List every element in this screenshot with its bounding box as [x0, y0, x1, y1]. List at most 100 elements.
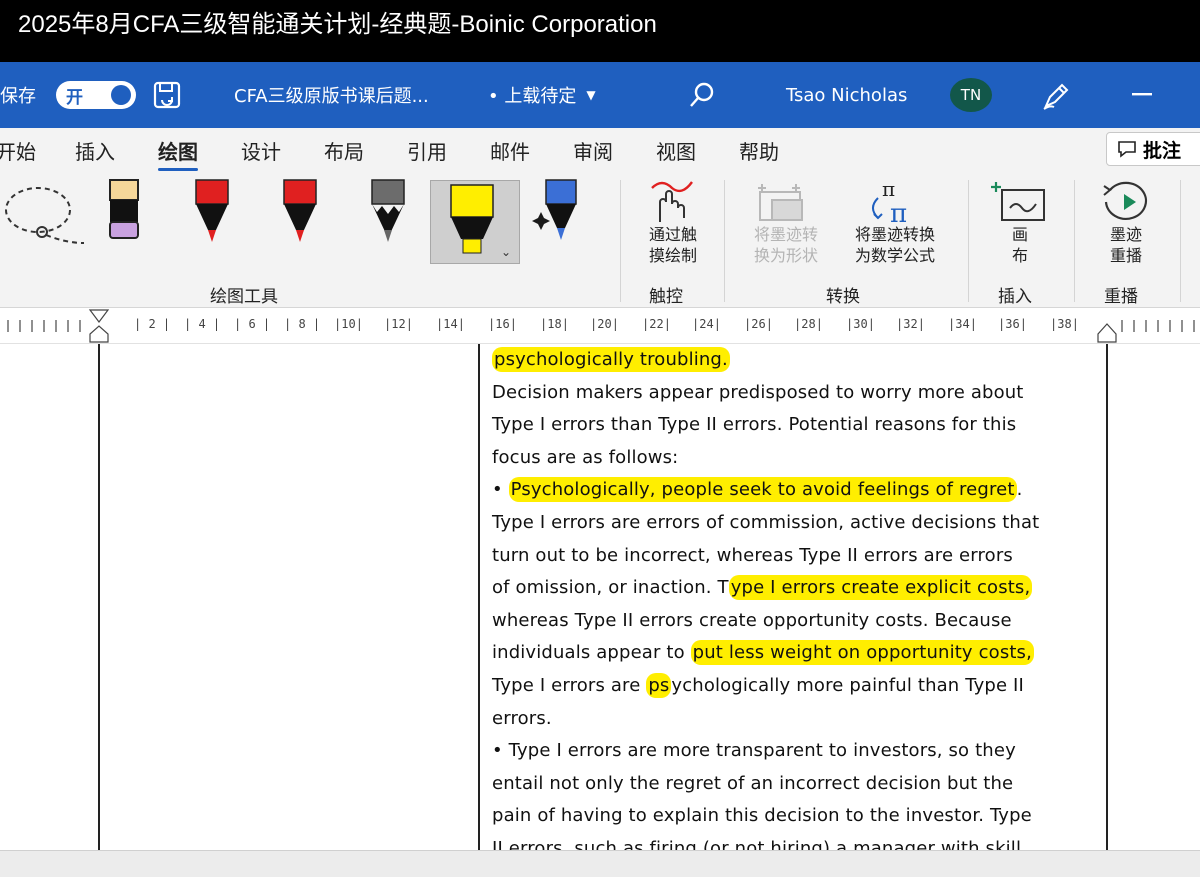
tab-references[interactable]: 引用	[407, 136, 447, 165]
autosave-label: 保存	[0, 86, 36, 107]
toggle-label: 开	[66, 87, 83, 108]
tab-home[interactable]: 开始	[0, 136, 36, 165]
group-label-touch: 触控	[649, 287, 683, 307]
draw-with-touch-label[interactable]: 通过触 摸绘制	[638, 224, 708, 266]
ruler[interactable]: | 2 | | 4 | | 6 | | 8 | |10| |12| |14| |…	[0, 308, 1200, 344]
draw-with-touch-icon[interactable]	[646, 178, 696, 228]
text-run: of omission, or inaction. T	[492, 577, 729, 599]
ink-shape-line1: 将墨迹转	[753, 225, 818, 244]
ink-math-line1: 将墨迹转换	[854, 225, 935, 244]
ink-replay-icon[interactable]	[1100, 180, 1156, 228]
canvas-icon[interactable]	[990, 180, 1050, 228]
document-line[interactable]: pain of having to explain this decision …	[492, 800, 1098, 833]
tab-help[interactable]: 帮助	[739, 136, 779, 165]
svg-text:π: π	[882, 178, 895, 201]
comment-icon	[1118, 141, 1136, 158]
document-line[interactable]: Decision makers appear predisposed to wo…	[492, 377, 1098, 410]
chevron-down-icon: ▼	[586, 88, 596, 102]
title-bar: 保存 开 CFA三级原版书课后题... • 上载待定 ▼ Tsao Nichol…	[0, 62, 1200, 128]
tab-view[interactable]: 视图	[656, 136, 696, 165]
pen-icon[interactable]	[1040, 62, 1074, 128]
group-label-drawing-tools: 绘图工具	[210, 287, 278, 307]
action-pen-icon[interactable]	[532, 178, 582, 248]
comments-button[interactable]: 批注	[1106, 132, 1200, 166]
avatar[interactable]: TN	[950, 78, 992, 112]
document-line[interactable]: of omission, or inaction. Type I errors …	[492, 572, 1098, 605]
autosave-toggle[interactable]: 开	[56, 81, 136, 109]
text-column-right-border	[1106, 344, 1108, 850]
highlighted-text: put less weight on opportunity costs,	[690, 640, 1034, 666]
document-text[interactable]: psychologically troubling. Decision maker…	[492, 344, 1098, 850]
text-run: pain of having to explain this decision …	[492, 805, 1032, 827]
text-run: II errors, such as firing (or not hiring…	[492, 837, 1027, 850]
save-icon[interactable]	[152, 62, 182, 128]
minimize-icon[interactable]	[1130, 62, 1154, 128]
ruler-number: | 4 |	[184, 317, 221, 331]
eraser-icon[interactable]	[104, 178, 144, 246]
search-icon[interactable]	[688, 62, 716, 128]
ink-replay-label[interactable]: 墨迹 重播	[1100, 224, 1152, 266]
document-line[interactable]: individuals appear to put less weight on…	[492, 637, 1098, 670]
ink-to-math-icon[interactable]: ππ	[864, 177, 924, 230]
separator	[1180, 180, 1181, 302]
ruler-number: | 8 |	[284, 317, 321, 331]
ink-to-shape-label[interactable]: 将墨迹转 换为形状	[740, 224, 832, 266]
document-line[interactable]: Type I errors are ps ychologically more p…	[492, 670, 1098, 703]
highlighter-yellow-button[interactable]: ⌄	[430, 180, 520, 264]
ink-math-line2: 为数学公式	[854, 246, 935, 265]
group-label-insert: 插入	[998, 287, 1032, 307]
ruler-number: |36|	[998, 317, 1027, 331]
document-line[interactable]: focus are as follows:	[492, 442, 1098, 475]
ruler-number: |22|	[642, 317, 671, 331]
ruler-number: | 6 |	[234, 317, 271, 331]
text-run: Type I errors are	[492, 674, 647, 696]
group-label-replay: 重播	[1104, 287, 1138, 307]
tab-layout[interactable]: 布局	[324, 136, 364, 165]
chevron-down-icon[interactable]: ⌄	[501, 245, 511, 259]
ink-to-shape-icon[interactable]	[756, 180, 810, 228]
user-name[interactable]: Tsao Nicholas	[786, 62, 907, 128]
lasso-select-icon[interactable]	[2, 182, 86, 256]
document-line[interactable]: II errors, such as firing (or not hiring…	[492, 833, 1098, 850]
text-run: • Type I errors are more transparent to …	[492, 740, 1016, 762]
ink-to-math-label[interactable]: 将墨迹转换 为数学公式	[838, 224, 952, 266]
document-line[interactable]: • Type I errors are more transparent to …	[492, 735, 1098, 768]
document-name[interactable]: CFA三级原版书课后题...	[234, 62, 429, 128]
pencil-icon[interactable]	[368, 178, 408, 248]
document-line[interactable]: Type I errors are errors of commission, …	[492, 507, 1098, 540]
ribbon: ⌄ 绘图工具 通过触 摸绘制 触控 将墨迹转 换为形状 ππ 将墨迹转换 为数学…	[0, 172, 1200, 308]
tab-draw[interactable]: 绘图	[158, 136, 198, 171]
document-area[interactable]: psychologically troubling. Decision maker…	[0, 344, 1200, 850]
canvas-label[interactable]: 画 布	[1000, 224, 1040, 266]
text-run: .	[1016, 479, 1023, 501]
ruler-number: |20|	[590, 317, 619, 331]
tab-insert[interactable]: 插入	[75, 136, 115, 165]
text-run: Decision makers appear predisposed to wo…	[492, 381, 1024, 403]
comments-label: 批注	[1143, 139, 1182, 162]
upload-status[interactable]: • 上载待定 ▼	[488, 62, 596, 128]
document-line[interactable]: whereas Type II errors create opportunit…	[492, 605, 1098, 638]
left-margin-line	[98, 344, 100, 850]
document-line[interactable]: • Psychologically, people seek to avoid …	[492, 474, 1098, 507]
tab-mailings[interactable]: 邮件	[490, 136, 530, 165]
document-line[interactable]: turn out to be incorrect, whereas Type I…	[492, 540, 1098, 573]
document-line[interactable]: errors.	[492, 703, 1098, 736]
document-line[interactable]: entail not only the regret of an incorre…	[492, 768, 1098, 801]
ruler-number: |14|	[436, 317, 465, 331]
toggle-knob	[111, 85, 131, 105]
red-pen-2-icon[interactable]	[280, 178, 320, 248]
document-line[interactable]: psychologically troubling.	[492, 344, 1098, 377]
text-run: entail not only the regret of an incorre…	[492, 772, 1014, 794]
ribbon-tabs: 开始 插入 绘图 设计 布局 引用 邮件 审阅 视图 帮助 批注	[0, 128, 1200, 172]
canvas-line1: 画	[1011, 225, 1028, 244]
tab-design[interactable]: 设计	[241, 136, 281, 165]
ruler-number: |10|	[334, 317, 363, 331]
red-pen-icon[interactable]	[192, 178, 232, 248]
text-run: Type I errors than Type II errors. Poten…	[492, 414, 1017, 436]
highlighted-text: psychologically troubling.	[492, 347, 730, 372]
ruler-number: |18|	[540, 317, 569, 331]
ruler-number: |32|	[896, 317, 925, 331]
document-line[interactable]: Type I errors than Type II errors. Poten…	[492, 409, 1098, 442]
tab-review[interactable]: 审阅	[573, 136, 613, 165]
highlighted-text: ype I errors create explicit costs,	[728, 575, 1033, 601]
